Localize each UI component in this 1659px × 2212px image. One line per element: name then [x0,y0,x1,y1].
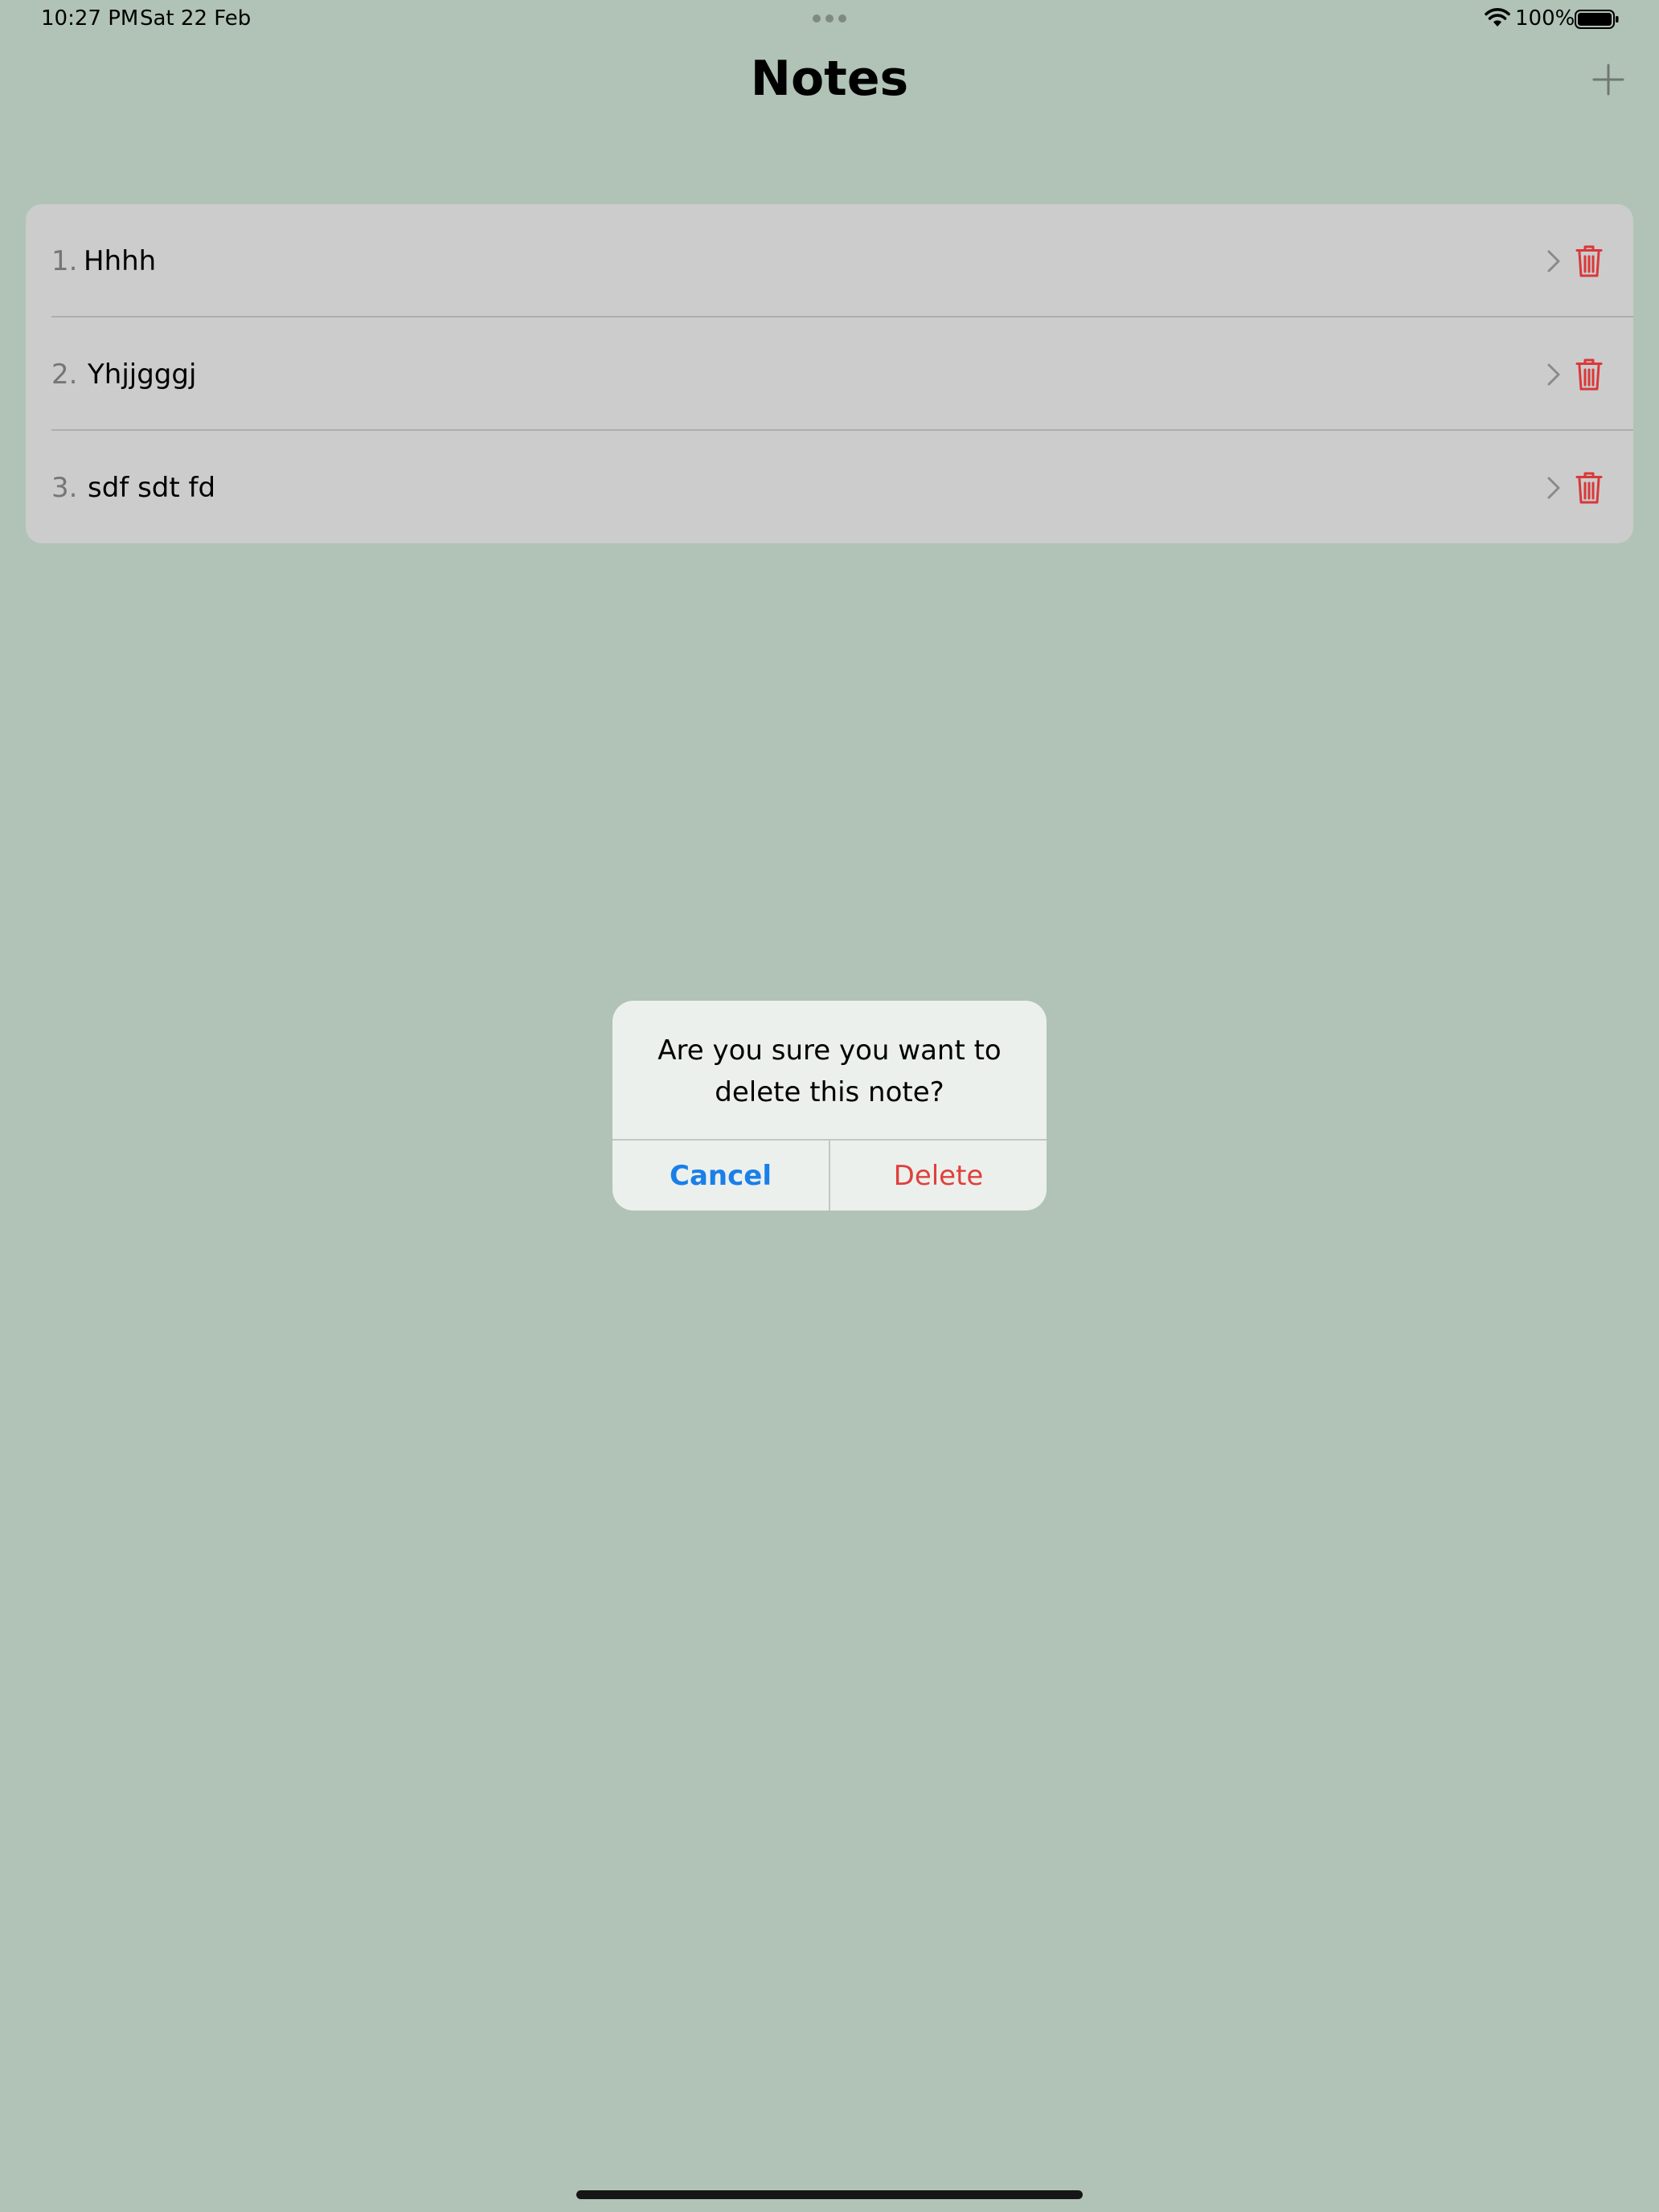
note-index: 3. [51,471,78,504]
delete-button[interactable]: Delete [830,1141,1047,1210]
status-time: 10:27 PM [41,6,139,31]
chevron-right-icon [1547,363,1560,385]
multitasking-dots-icon[interactable] [812,14,847,23]
note-index: 2. [51,358,78,391]
trash-icon[interactable] [1575,358,1603,391]
alert-message: Are you sure you want to delete this not… [657,1034,1002,1108]
note-row-3[interactable]: 3. sdf sdt fd [26,431,1633,543]
status-date: Sat 22 Feb [140,6,252,31]
notes-list: 1. Hhhh 2. Yhjjgggj 3. sdf sdt fd [26,204,1633,543]
note-index: 1. [51,244,78,277]
home-indicator[interactable] [576,2190,1083,2199]
battery-percentage: 100% [1515,6,1575,31]
note-row-2[interactable]: 2. Yhjjgggj [26,317,1633,431]
note-row-1[interactable]: 1. Hhhh [26,204,1633,317]
chevron-right-icon [1547,250,1560,272]
page-title: Notes [750,51,909,107]
plus-icon[interactable] [1591,63,1625,96]
chevron-right-icon [1547,477,1560,498]
trash-icon[interactable] [1575,244,1603,278]
delete-confirmation-alert: Are you sure you want to delete this not… [612,1001,1047,1210]
wifi-icon [1485,8,1510,27]
cancel-button[interactable]: Cancel [612,1141,829,1210]
status-bar: 10:27 PM Sat 22 Feb 100% [0,0,1659,39]
trash-icon[interactable] [1575,471,1603,505]
battery-full-icon [1575,10,1619,29]
note-title: Hhhh [84,244,157,277]
note-title: Yhjjgggj [88,358,197,391]
note-title: sdf sdt fd [88,471,216,504]
